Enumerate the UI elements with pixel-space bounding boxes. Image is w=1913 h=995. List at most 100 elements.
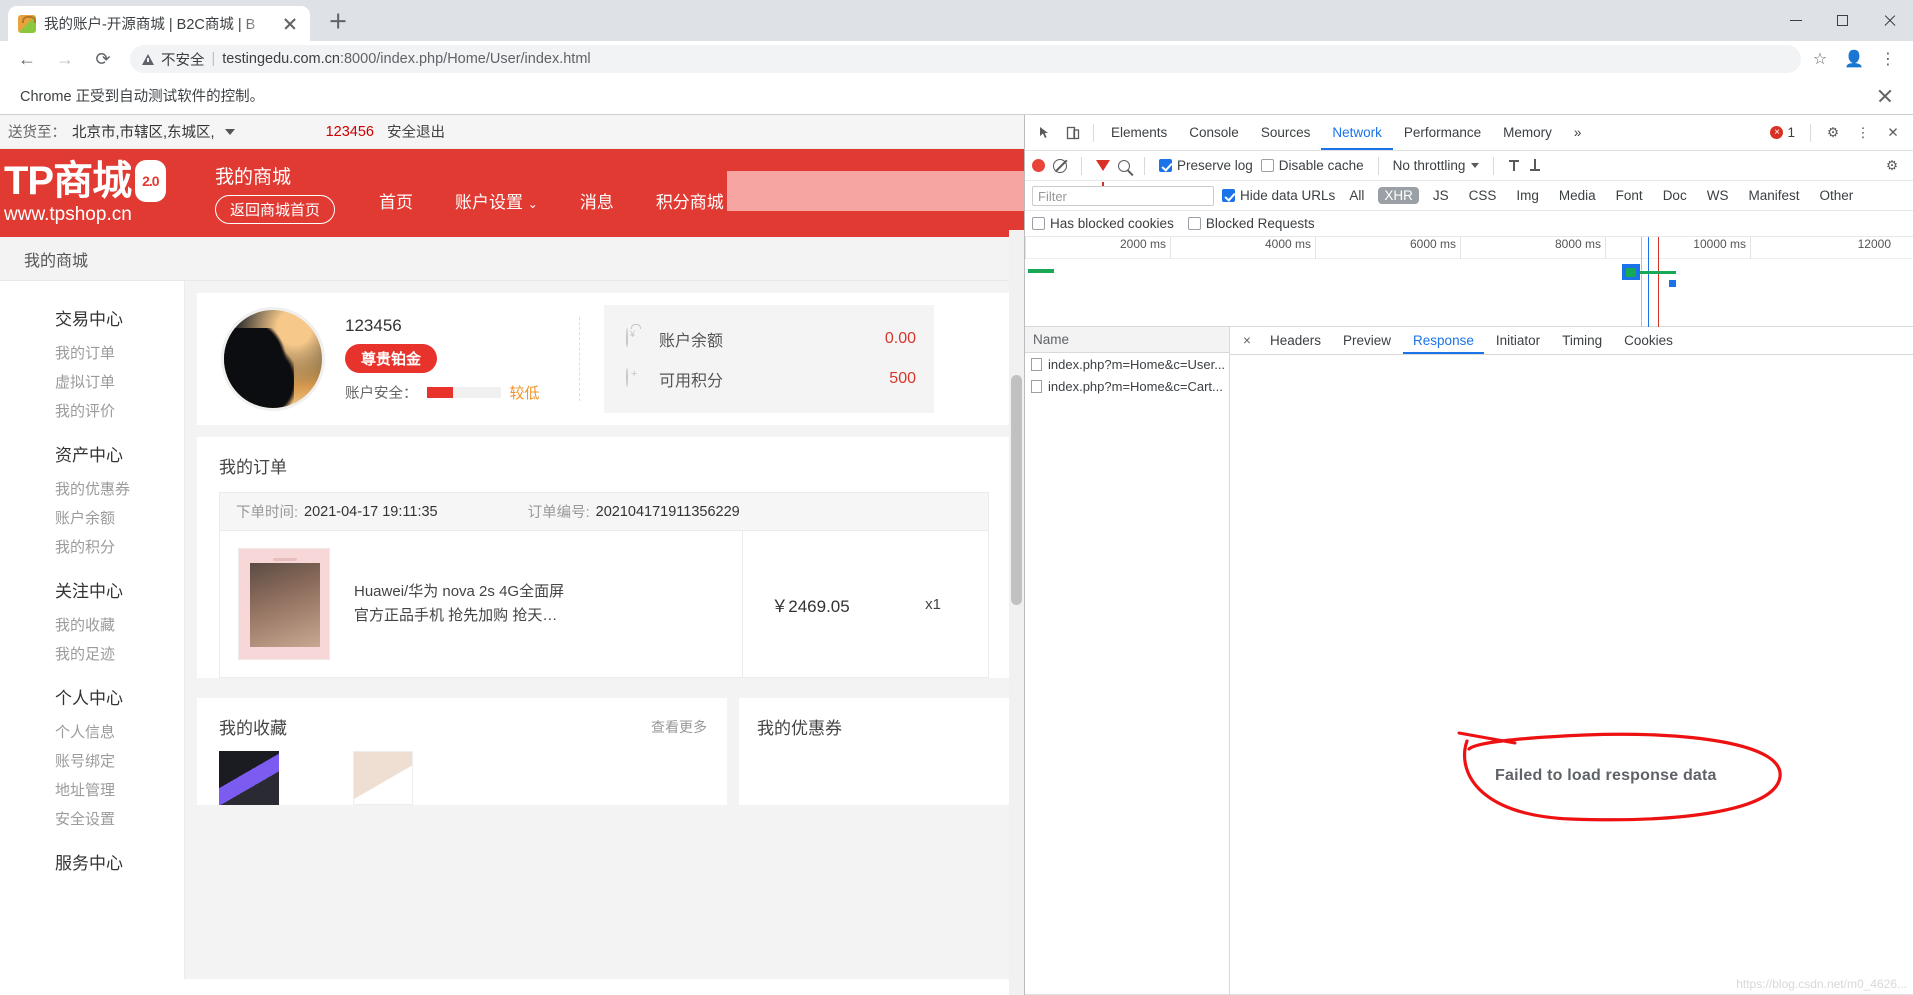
stat-account-balance[interactable]: 账户余额 0.00: [626, 319, 916, 359]
avatar[interactable]: [221, 307, 325, 411]
devtools-tab-memory[interactable]: Memory: [1492, 115, 1563, 150]
detail-tab-headers[interactable]: Headers: [1260, 327, 1331, 354]
preserve-log-checkbox[interactable]: Preserve log: [1159, 158, 1253, 173]
detail-tab-cookies[interactable]: Cookies: [1614, 327, 1683, 354]
chrome-menu-icon[interactable]: ⋮: [1873, 44, 1903, 74]
nav-item-account-settings[interactable]: 账户设置 ⌄: [455, 188, 538, 213]
detail-tab-preview[interactable]: Preview: [1333, 327, 1401, 354]
request-row[interactable]: index.php?m=Home&c=User...: [1025, 353, 1229, 375]
blocked-requests-checkbox[interactable]: Blocked Requests: [1187, 216, 1315, 231]
filter-type-img[interactable]: Img: [1510, 187, 1545, 204]
sidebar-item-my-coupons[interactable]: 我的优惠券: [0, 474, 184, 503]
filter-type-ws[interactable]: WS: [1701, 187, 1735, 204]
infobar-close-icon[interactable]: [1877, 88, 1893, 104]
sidebar-group-service: 服务中心: [0, 839, 184, 882]
filter-type-font[interactable]: Font: [1610, 187, 1649, 204]
network-overview-timeline[interactable]: 2000 ms 4000 ms 6000 ms 8000 ms 10000 ms…: [1025, 237, 1913, 327]
sidebar-item-account-balance[interactable]: 账户余额: [0, 503, 184, 532]
sidebar-item-personal-info[interactable]: 个人信息: [0, 717, 184, 746]
nav-item-messages[interactable]: 消息: [580, 188, 614, 213]
filter-type-manifest[interactable]: Manifest: [1742, 187, 1805, 204]
sidebar-item-security-settings[interactable]: 安全设置: [0, 804, 184, 833]
devtools-tab-console[interactable]: Console: [1178, 115, 1250, 150]
devtools-tab-elements[interactable]: Elements: [1100, 115, 1178, 150]
nav-item-points-mall[interactable]: 积分商城: [656, 188, 724, 213]
reload-button[interactable]: ⟳: [86, 42, 120, 76]
browser-tab[interactable]: 我的账户-开源商城 | B2C商城 | B: [8, 6, 310, 41]
filter-type-doc[interactable]: Doc: [1657, 187, 1693, 204]
device-toolbar-icon[interactable]: [1059, 120, 1087, 146]
nav-item-home[interactable]: 首页: [379, 188, 413, 213]
bookmark-star-icon[interactable]: ☆: [1805, 44, 1835, 74]
devtools-more-tabs-icon[interactable]: »: [1563, 115, 1593, 150]
sidebar-item-address-management[interactable]: 地址管理: [0, 775, 184, 804]
favorites-view-more-link[interactable]: 查看更多: [651, 717, 707, 737]
profile-info: 123456 尊贵铂金 账户安全： 较低: [345, 316, 575, 403]
sidebar-item-my-footprints[interactable]: 我的足迹: [0, 639, 184, 668]
filter-type-css[interactable]: CSS: [1463, 187, 1503, 204]
devtools-menu-icon[interactable]: ⋮: [1849, 120, 1877, 146]
network-settings-gear-icon[interactable]: ⚙: [1878, 153, 1906, 179]
window-close-button[interactable]: [1866, 0, 1913, 41]
request-list-header[interactable]: Name: [1025, 327, 1229, 353]
disable-cache-checkbox[interactable]: Disable cache: [1260, 158, 1364, 173]
inspect-element-icon[interactable]: [1031, 120, 1059, 146]
tab-close-icon[interactable]: [280, 14, 300, 34]
devtools-tabbar-right: × 1 ⚙ ⋮ ✕: [1766, 120, 1913, 146]
error-count-badge[interactable]: × 1: [1766, 125, 1802, 140]
export-har-icon[interactable]: [1529, 158, 1542, 173]
throttling-dropdown[interactable]: No throttling: [1393, 158, 1480, 173]
chevron-down-icon[interactable]: [224, 128, 235, 135]
back-button[interactable]: ←: [10, 42, 44, 76]
site-logo[interactable]: TP商城 2.0 www.tpshop.cn: [0, 160, 205, 226]
devtools-tab-network[interactable]: Network: [1321, 115, 1393, 150]
devtools-tab-sources[interactable]: Sources: [1250, 115, 1322, 150]
filter-type-js[interactable]: JS: [1427, 187, 1455, 204]
sidebar-item-account-binding[interactable]: 账号绑定: [0, 746, 184, 775]
request-row[interactable]: index.php?m=Home&c=Cart...: [1025, 375, 1229, 397]
clear-icon[interactable]: [1053, 158, 1067, 173]
sidebar-item-my-points[interactable]: 我的积分: [0, 532, 184, 561]
favorite-thumbnail[interactable]: [353, 751, 413, 805]
sidebar-item-my-reviews[interactable]: 我的评价: [0, 396, 184, 425]
favorite-thumbnail[interactable]: [219, 751, 279, 805]
header-search-box[interactable]: [727, 171, 1024, 211]
window-minimize-button[interactable]: [1772, 0, 1819, 41]
new-tab-button[interactable]: [324, 7, 352, 35]
devtools-tab-performance[interactable]: Performance: [1393, 115, 1492, 150]
search-icon[interactable]: [1118, 159, 1130, 172]
product-name[interactable]: Huawei/华为 nova 2s 4G全面屏 官方正品手机 抢先加购 抢天…: [354, 580, 614, 628]
stat-available-points[interactable]: 可用积分 500: [626, 359, 916, 399]
detail-tab-response[interactable]: Response: [1403, 327, 1484, 354]
record-icon[interactable]: [1032, 159, 1045, 172]
devtools-close-icon[interactable]: ✕: [1879, 120, 1907, 146]
import-har-icon[interactable]: [1508, 158, 1521, 173]
profile-avatar-icon[interactable]: 👤: [1839, 44, 1869, 74]
order-goods[interactable]: Huawei/华为 nova 2s 4G全面屏 官方正品手机 抢先加购 抢天…: [220, 531, 742, 677]
filter-type-other[interactable]: Other: [1813, 187, 1859, 204]
filter-type-xhr[interactable]: XHR: [1378, 187, 1419, 204]
filter-icon[interactable]: [1096, 160, 1110, 186]
devtools-settings-gear-icon[interactable]: ⚙: [1819, 120, 1847, 146]
sidebar-item-virtual-orders[interactable]: 虚拟订单: [0, 367, 184, 396]
disable-cache-label: Disable cache: [1278, 158, 1364, 173]
filter-input[interactable]: Filter: [1032, 185, 1214, 206]
topbar-user-id[interactable]: 123456: [326, 124, 374, 140]
shipping-address[interactable]: 北京市,市辖区,东城区,: [72, 121, 215, 142]
back-to-home-button[interactable]: 返回商城首页: [215, 195, 336, 224]
sidebar-item-my-favorites[interactable]: 我的收藏: [0, 610, 184, 639]
hide-data-urls-checkbox[interactable]: Hide data URLs: [1222, 188, 1335, 203]
logout-link[interactable]: 安全退出: [387, 121, 445, 142]
sidebar-item-my-orders[interactable]: 我的订单: [0, 338, 184, 367]
address-bar[interactable]: 不安全 | testingedu.com.cn:8000/index.php/H…: [130, 45, 1801, 73]
page-scrollbar-thumb[interactable]: [1011, 375, 1022, 605]
has-blocked-cookies-checkbox[interactable]: Has blocked cookies: [1032, 216, 1174, 231]
filter-type-media[interactable]: Media: [1553, 187, 1602, 204]
filter-type-all[interactable]: All: [1343, 187, 1370, 204]
detail-tab-timing[interactable]: Timing: [1552, 327, 1612, 354]
page-scrollbar[interactable]: [1009, 230, 1024, 995]
window-maximize-button[interactable]: [1819, 0, 1866, 41]
detail-close-icon[interactable]: ×: [1236, 333, 1258, 348]
detail-tab-initiator[interactable]: Initiator: [1486, 327, 1550, 354]
forward-button[interactable]: →: [48, 42, 82, 76]
